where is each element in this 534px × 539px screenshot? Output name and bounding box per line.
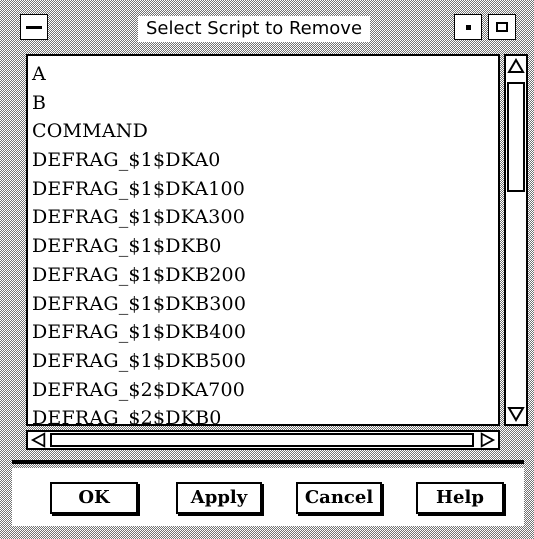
maximize-icon[interactable] — [488, 14, 516, 40]
arrow-right-icon[interactable] — [478, 432, 496, 448]
list-item[interactable]: DEFRAG_$1$DKB300 — [32, 290, 498, 319]
apply-button[interactable]: Apply — [176, 482, 262, 514]
button-row: OK Apply Cancel Help — [12, 468, 524, 526]
select-script-dialog: Select Script to Remove A B COMMAND DEFR… — [0, 0, 534, 539]
horizontal-scroll-thumb[interactable] — [50, 433, 474, 447]
script-list[interactable]: A B COMMAND DEFRAG_$1$DKA0 DEFRAG_$1$DKA… — [26, 54, 500, 426]
horizontal-scrollbar[interactable] — [26, 430, 500, 450]
list-item[interactable]: DEFRAG_$1$DKA300 — [32, 203, 498, 232]
window-menu-icon[interactable] — [20, 14, 48, 40]
list-item[interactable]: DEFRAG_$2$DKB0 — [32, 404, 498, 424]
minimize-icon[interactable] — [454, 14, 482, 40]
list-item[interactable]: DEFRAG_$2$DKA700 — [32, 376, 498, 405]
window-title: Select Script to Remove — [138, 16, 371, 42]
list-item[interactable]: DEFRAG_$1$DKB200 — [32, 261, 498, 290]
arrow-up-icon[interactable] — [507, 58, 525, 76]
list-item[interactable]: B — [32, 89, 498, 118]
ok-button[interactable]: OK — [50, 482, 138, 514]
list-item[interactable]: DEFRAG_$1$DKB400 — [32, 318, 498, 347]
list-item[interactable]: DEFRAG_$1$DKA100 — [32, 175, 498, 204]
vertical-scroll-thumb[interactable] — [507, 82, 525, 192]
list-item[interactable]: DEFRAG_$1$DKB0 — [32, 232, 498, 261]
arrow-down-icon[interactable] — [507, 404, 525, 422]
vertical-scrollbar[interactable] — [504, 54, 528, 426]
cancel-button[interactable]: Cancel — [296, 482, 382, 514]
list-item[interactable]: DEFRAG_$1$DKB500 — [32, 347, 498, 376]
list-item[interactable]: DEFRAG_$1$DKA0 — [32, 146, 498, 175]
help-button[interactable]: Help — [416, 482, 504, 514]
separator — [12, 460, 524, 464]
list-item[interactable]: A — [32, 60, 498, 89]
arrow-left-icon[interactable] — [30, 432, 48, 448]
title-bar[interactable]: Select Script to Remove — [8, 8, 526, 48]
list-item[interactable]: COMMAND — [32, 117, 498, 146]
